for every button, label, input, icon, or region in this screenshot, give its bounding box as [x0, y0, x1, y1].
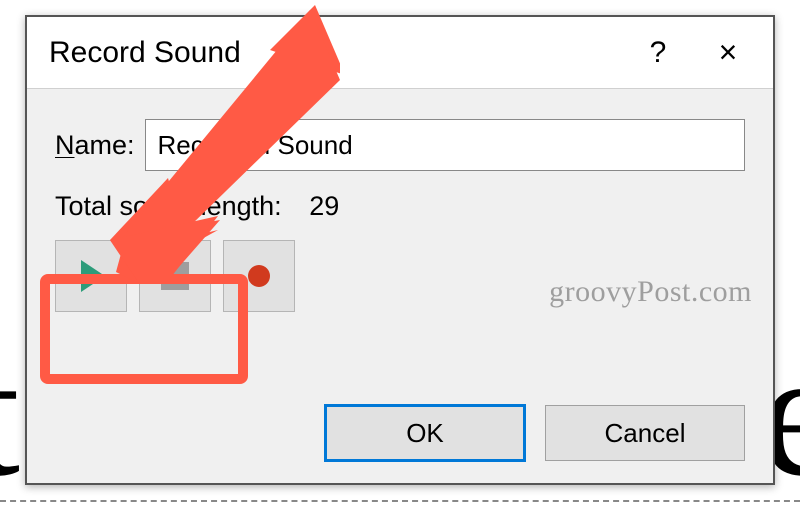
dotted-divider — [0, 500, 800, 502]
play-icon — [81, 260, 105, 292]
name-row: Name: — [55, 119, 745, 171]
play-button[interactable] — [55, 240, 127, 312]
close-button[interactable]: × — [693, 23, 763, 83]
watermark-text: groovyPost.com — [549, 275, 752, 309]
dialog-title: Record Sound — [49, 36, 623, 70]
record-icon — [248, 265, 270, 287]
help-button[interactable]: ? — [623, 23, 693, 83]
length-row: Total sound length: 29 — [55, 191, 745, 222]
stop-button[interactable] — [139, 240, 211, 312]
length-label: Total sound length: — [55, 191, 282, 221]
length-value: 29 — [309, 191, 339, 221]
dialog-titlebar: Record Sound ? × — [27, 17, 773, 89]
stop-icon — [161, 262, 189, 290]
record-button[interactable] — [223, 240, 295, 312]
record-sound-dialog: Record Sound ? × Name: Total sound lengt… — [25, 15, 775, 485]
background-letter-left: t — [0, 310, 10, 517]
dialog-button-row: OK Cancel — [325, 405, 745, 461]
name-label: Name: — [55, 130, 135, 161]
close-icon: × — [719, 34, 738, 71]
ok-button[interactable]: OK — [325, 405, 525, 461]
cancel-button[interactable]: Cancel — [545, 405, 745, 461]
name-input[interactable] — [145, 119, 745, 171]
